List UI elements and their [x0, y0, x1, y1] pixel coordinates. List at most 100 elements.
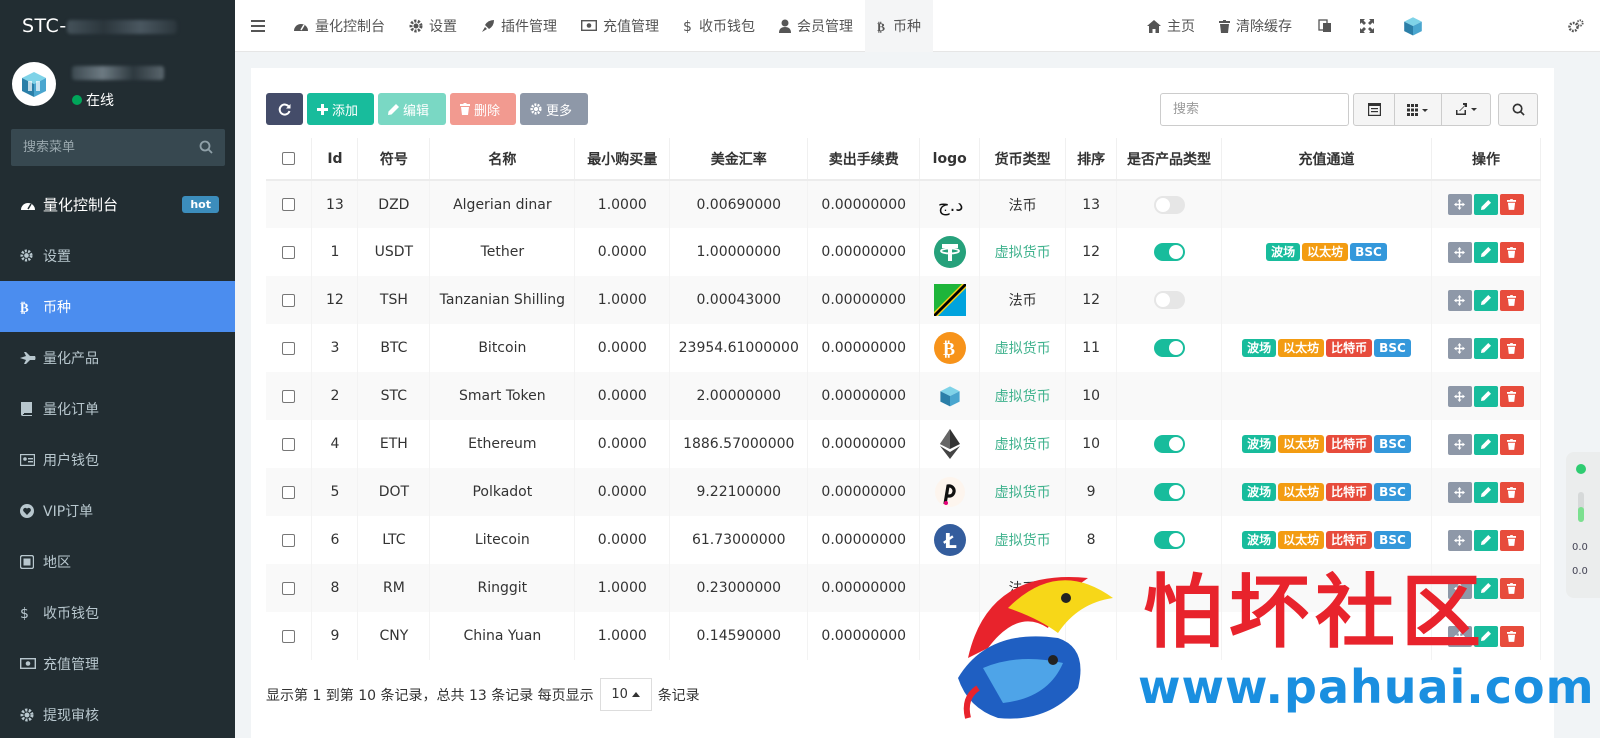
row-edit-button[interactable]: [1473, 337, 1498, 359]
column-header-symbol[interactable]: 符号: [357, 138, 431, 181]
control-sidebar-toggle[interactable]: [1438, 0, 1600, 52]
dot-logo-icon[interactable]: [934, 477, 965, 507]
product-type-toggle[interactable]: [1153, 291, 1185, 309]
row-delete-button[interactable]: [1499, 337, 1524, 359]
tab-settings[interactable]: 设置: [397, 0, 469, 52]
row-checkbox[interactable]: [282, 485, 296, 499]
product-type-toggle[interactable]: [1153, 531, 1185, 549]
product-type-toggle[interactable]: [1153, 195, 1185, 214]
column-header-is-product[interactable]: 是否产品类型: [1116, 138, 1222, 181]
home-link[interactable]: 主页: [1135, 0, 1207, 52]
sidebar-search-input[interactable]: [11, 129, 191, 166]
column-header-currency-type[interactable]: 货币类型: [979, 138, 1067, 181]
sidebar-item-dashboard[interactable]: 量化控制台 hot: [0, 179, 235, 230]
sidebar-item-quant-products[interactable]: 量化产品: [0, 332, 235, 383]
row-delete-button[interactable]: [1499, 433, 1524, 455]
row-edit-button[interactable]: [1473, 481, 1498, 503]
avatar[interactable]: [12, 62, 56, 106]
table-search-input[interactable]: [1160, 93, 1349, 126]
row-edit-button[interactable]: [1473, 385, 1498, 407]
network-speed-widget[interactable]: 0.0 0.0: [1566, 452, 1600, 598]
table-row[interactable]: 1 USDT Tether 0.0000 1.00000000 0.00000000 虚拟货…: [266, 228, 1542, 276]
refresh-button[interactable]: [266, 93, 303, 125]
table-row[interactable]: 4 ETH Ethereum 0.0000 1886.57000000 0.0000000…: [266, 420, 1542, 468]
btc-logo-icon[interactable]: ₿: [933, 332, 966, 364]
drag-sort-button[interactable]: [1447, 337, 1472, 359]
fullscreen-toggle[interactable]: [1346, 0, 1388, 52]
sidebar-item-region[interactable]: 地区: [0, 536, 235, 587]
drag-sort-button[interactable]: [1447, 241, 1472, 263]
sidebar-item-recharge[interactable]: 充值管理: [0, 638, 235, 689]
tab-dashboard[interactable]: 量化控制台: [281, 0, 397, 52]
row-checkbox[interactable]: [282, 389, 296, 403]
toggle-view-button[interactable]: [1353, 93, 1395, 126]
column-header-usd-rate[interactable]: 美金汇率: [669, 138, 809, 181]
tab-members[interactable]: 会员管理: [767, 0, 865, 52]
row-edit-button[interactable]: [1473, 433, 1498, 455]
tsh-logo-icon[interactable]: [933, 284, 966, 316]
column-header-name[interactable]: 名称: [429, 138, 576, 181]
table-row[interactable]: 12 TSH Tanzanian Shilling 1.0000 0.00043000 0…: [266, 276, 1542, 324]
row-delete-button[interactable]: [1499, 385, 1524, 407]
row-checkbox[interactable]: [282, 293, 296, 307]
row-checkbox[interactable]: [282, 341, 296, 355]
row-delete-button[interactable]: [1499, 241, 1524, 263]
product-type-toggle[interactable]: [1153, 339, 1185, 357]
tab-collection-wallet[interactable]: $ 收币钱包: [671, 0, 767, 52]
row-checkbox[interactable]: [282, 198, 296, 211]
sidebar-toggle[interactable]: [235, 0, 281, 52]
product-type-toggle[interactable]: [1153, 243, 1185, 261]
stc-logo-icon[interactable]: [938, 384, 962, 408]
drag-sort-button[interactable]: [1447, 481, 1472, 503]
delete-button[interactable]: 删除: [450, 93, 516, 125]
select-all-checkbox[interactable]: [282, 152, 296, 165]
row-checkbox[interactable]: [282, 437, 296, 451]
column-header-id[interactable]: Id: [311, 138, 359, 181]
more-button[interactable]: 更多: [520, 93, 588, 125]
brand-logo[interactable]: STC-: [0, 0, 235, 52]
row-edit-button[interactable]: [1473, 289, 1498, 311]
eth-logo-icon[interactable]: [939, 429, 961, 459]
columns-dropdown[interactable]: [1394, 93, 1442, 126]
row-checkbox[interactable]: [282, 629, 296, 643]
sidebar-item-currency[interactable]: ₿ 币种: [0, 281, 235, 332]
drag-sort-button[interactable]: [1447, 289, 1472, 311]
table-row[interactable]: 2 STC Smart Token 0.0000 2.00000000 0.0000000…: [266, 372, 1542, 420]
edit-button[interactable]: 编辑: [378, 93, 446, 125]
row-edit-button[interactable]: [1473, 194, 1498, 215]
sidebar-item-user-wallets[interactable]: 用户钱包: [0, 434, 235, 485]
column-header-sell-fee[interactable]: 卖出手续费: [807, 138, 921, 181]
export-dropdown[interactable]: [1441, 93, 1491, 126]
usdt-logo-icon[interactable]: [933, 236, 966, 268]
user-avatar-menu[interactable]: [1388, 0, 1438, 52]
row-delete-button[interactable]: [1499, 481, 1524, 503]
search-icon[interactable]: [199, 140, 213, 154]
clear-cache-button[interactable]: 清除缓存: [1207, 0, 1304, 52]
row-edit-button[interactable]: [1473, 241, 1498, 263]
add-button[interactable]: 添加: [307, 93, 374, 125]
row-delete-button[interactable]: [1499, 289, 1524, 311]
tab-recharge[interactable]: 充值管理: [569, 0, 671, 52]
advanced-search-button[interactable]: [1498, 93, 1538, 126]
row-checkbox[interactable]: [282, 533, 296, 547]
drag-sort-button[interactable]: [1447, 194, 1472, 215]
column-header-sort[interactable]: 排序: [1065, 138, 1118, 181]
sidebar-item-collection-wallet[interactable]: $ 收币钱包: [0, 587, 235, 638]
dzd-logo-icon[interactable]: د.ج: [936, 193, 964, 217]
drag-sort-button[interactable]: [1447, 385, 1472, 407]
tab-currency[interactable]: ₿ 币种: [865, 0, 933, 52]
column-header-recharge-channels[interactable]: 充值通道: [1221, 138, 1432, 181]
product-type-toggle[interactable]: [1153, 483, 1185, 501]
table-row[interactable]: 3 BTC Bitcoin 0.0000 23954.61000000 0.0000000…: [266, 324, 1542, 372]
column-header-logo[interactable]: logo: [919, 138, 981, 181]
column-header-actions[interactable]: 操作: [1431, 138, 1542, 181]
row-checkbox[interactable]: [282, 581, 296, 595]
product-type-toggle[interactable]: [1153, 435, 1185, 453]
column-header-min-purchase[interactable]: 最小购买量: [574, 138, 671, 181]
table-row[interactable]: 13 DZD Algerian dinar 1.0000 0.00690000 0.000…: [266, 180, 1542, 228]
language-toggle[interactable]: [1304, 0, 1346, 52]
page-size-dropdown[interactable]: 10: [599, 678, 652, 711]
row-checkbox[interactable]: [282, 245, 296, 259]
tab-plugins[interactable]: 插件管理: [469, 0, 569, 52]
sidebar-item-vip-orders[interactable]: VIP订单: [0, 485, 235, 536]
